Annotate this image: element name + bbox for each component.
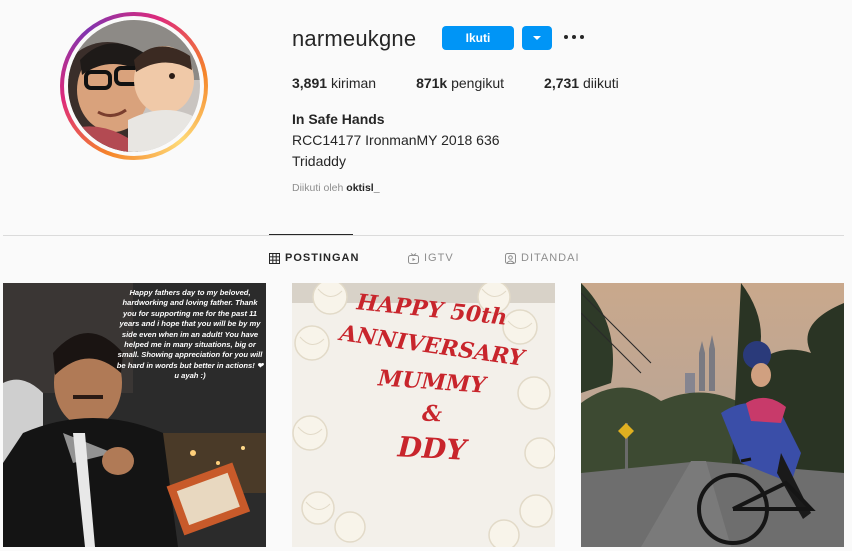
post-caption-overlay: Happy fathers day to my beloved, hardwor… bbox=[116, 288, 264, 381]
tab-tagged-label: DITANDAI bbox=[521, 252, 580, 264]
tab-posts[interactable]: POSTINGAN bbox=[269, 252, 359, 264]
bio-line: Tridaddy bbox=[292, 153, 346, 169]
tabs-divider bbox=[3, 235, 844, 236]
stat-posts: 3,891 kiriman bbox=[292, 75, 376, 91]
tab-posts-label: POSTINGAN bbox=[285, 252, 360, 264]
suggestions-dropdown-button[interactable] bbox=[522, 26, 552, 50]
stat-followers-label: pengikut bbox=[451, 75, 505, 91]
stat-following-count: 2,731 bbox=[544, 75, 580, 91]
bio-line: RCC14177 IronmanMY 2018 636 bbox=[292, 132, 500, 148]
grid-icon bbox=[269, 252, 280, 264]
post-thumbnail[interactable] bbox=[581, 283, 844, 547]
chevron-down-icon bbox=[533, 36, 541, 40]
active-tab-indicator bbox=[269, 234, 353, 235]
stat-following-label: diikuti bbox=[582, 75, 619, 91]
stat-followers-count: 871k bbox=[416, 75, 448, 91]
post-thumbnail[interactable]: HAPPY 50th ANNIVERSARY MUMMY & DDY bbox=[292, 283, 555, 547]
profile-avatar-ring bbox=[60, 12, 208, 160]
stat-posts-count: 3,891 bbox=[292, 75, 328, 91]
post-image-cyclist bbox=[581, 283, 844, 547]
followed-by-text: Diikuti oleh oktisl_ bbox=[292, 182, 380, 194]
cake-writing: HAPPY 50th ANNIVERSARY MUMMY & DDY bbox=[322, 289, 542, 469]
post-thumbnail[interactable]: Happy fathers day to my beloved, hardwor… bbox=[3, 283, 266, 547]
tab-tagged[interactable]: DITANDAI bbox=[505, 252, 580, 264]
stat-followers[interactable]: 871k pengikut bbox=[416, 75, 504, 91]
stat-following[interactable]: 2,731 diikuti bbox=[544, 75, 619, 91]
tab-igtv-label: IGTV bbox=[424, 252, 454, 264]
tag-icon bbox=[505, 252, 516, 264]
tv-icon bbox=[408, 252, 419, 264]
profile-username: narmeukgne bbox=[292, 26, 417, 51]
more-options-icon[interactable] bbox=[562, 24, 586, 48]
profile-stats: 3,891 kiriman 871k pengikut 2,731 diikut… bbox=[292, 75, 659, 91]
stat-posts-label: kiriman bbox=[330, 75, 377, 91]
bio-name: In Safe Hands bbox=[292, 111, 385, 127]
follow-button[interactable]: Ikuti bbox=[442, 26, 514, 50]
followed-by-prefix: Diikuti oleh bbox=[292, 182, 344, 194]
followed-by-user-link[interactable]: oktisl_ bbox=[346, 182, 379, 194]
tab-igtv[interactable]: IGTV bbox=[408, 252, 454, 264]
avatar[interactable] bbox=[68, 20, 200, 152]
avatar-photo bbox=[68, 20, 200, 152]
